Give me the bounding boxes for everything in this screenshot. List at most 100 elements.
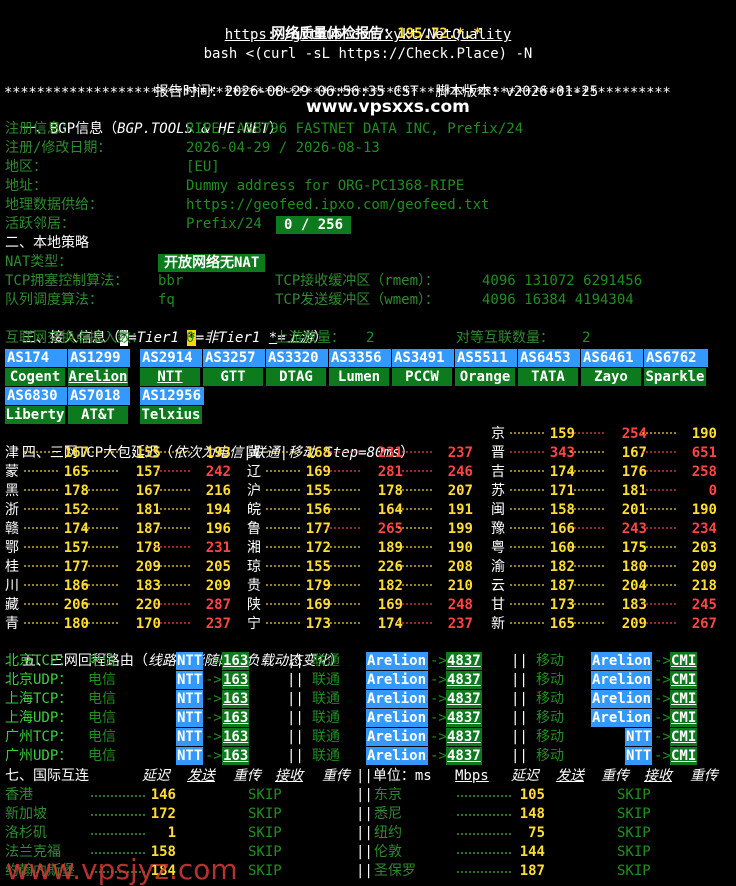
latency-dots <box>83 520 119 539</box>
province-label: 苏 <box>491 483 505 499</box>
latency-dots <box>569 425 605 444</box>
as-number: AS12956 <box>140 387 204 405</box>
as-number: AS174 <box>5 349 67 367</box>
route-sep: || <box>511 653 528 669</box>
carrier-ct-label: 电信 <box>88 653 116 669</box>
route-sep: || <box>287 748 304 764</box>
latency-value: 207 <box>447 483 473 499</box>
access-section-title: 三、接入信息（*=Tier1 *=非Tier1 *=上游） <box>5 310 328 346</box>
ix-label: 互联网交换点接入数： <box>5 330 145 346</box>
as-name: Lumen <box>329 368 389 386</box>
latency-dots <box>569 615 605 634</box>
latency-value: 190 <box>691 502 717 518</box>
route-dest-tag: 4837 <box>446 709 482 727</box>
route-arrow: -> <box>205 653 222 669</box>
latency-dots <box>83 539 119 558</box>
latency-dots <box>325 558 361 577</box>
latency-value: 209 <box>691 559 717 575</box>
route-arrow: -> <box>430 653 447 669</box>
route-hop-tag: NTT <box>176 652 204 670</box>
province-label: 赣 <box>5 521 19 537</box>
route-arrow: -> <box>430 748 447 764</box>
latency-dots <box>569 463 605 482</box>
intl-latency: 148 <box>519 806 545 822</box>
latency-dots <box>23 615 59 634</box>
intl-col-header: 发送 <box>556 768 584 784</box>
intl-status: SKIP <box>248 863 282 879</box>
route-arrow: -> <box>654 672 671 688</box>
intl-dots <box>90 824 146 843</box>
route-sep: || <box>287 691 304 707</box>
latency-dots <box>265 615 301 634</box>
route-sep: || <box>511 748 528 764</box>
latency-dots <box>23 558 59 577</box>
carrier-ct-label: 电信 <box>88 748 116 764</box>
latency-value: 0 <box>708 483 717 499</box>
latency-dots <box>83 558 119 577</box>
latency-dots <box>265 558 301 577</box>
report-title: 网络质量体检报告：195.72.*.* <box>0 6 736 42</box>
carrier-cm-label: 移动 <box>536 729 564 745</box>
intl-city: 圣保罗 <box>374 863 416 879</box>
latency-value: 191 <box>447 502 473 518</box>
latency-value: 190 <box>447 540 473 556</box>
latency-dots <box>509 520 545 539</box>
as-name: GTT <box>203 368 263 386</box>
province-label: 渝 <box>491 559 505 575</box>
bgp-value: Dummy address for ORG-PC1368-RIPE <box>186 178 465 194</box>
province-label: 川 <box>5 578 19 594</box>
route-hop-tag: Arelion <box>591 652 653 670</box>
latency-dots <box>23 501 59 520</box>
route-hop-tag: Arelion <box>591 709 653 727</box>
province-label: 藏 <box>5 597 19 613</box>
latency-dots <box>155 444 191 463</box>
as-number: AS3491 <box>392 349 454 367</box>
bgp-label: 注册信息： <box>5 121 75 137</box>
as-number: AS6453 <box>518 349 580 367</box>
latency-dots <box>265 501 301 520</box>
repo-url[interactable]: https://github.com/xykt/NetQuality <box>0 26 736 45</box>
intl-latency: 144 <box>519 844 545 860</box>
bottom-watermark: www.vpsjyz.com <box>6 853 238 886</box>
carrier-cu-label: 联通 <box>312 710 340 726</box>
intl-city: 纽约 <box>374 825 402 841</box>
as-name: Arelion <box>68 368 128 386</box>
nat-value-badge: 开放网络无NAT <box>158 254 266 272</box>
route-dest-tag: 4837 <box>446 690 482 708</box>
province-label: 豫 <box>491 521 505 537</box>
intl-col-header: 重传 <box>690 768 718 784</box>
latency-dots <box>397 520 433 539</box>
intl-dots <box>456 843 512 862</box>
latency-dots <box>641 444 677 463</box>
intl-sep: || <box>356 825 373 841</box>
latency-dots <box>569 444 605 463</box>
province-label: 鄂 <box>5 540 19 556</box>
latency-value: 234 <box>691 521 717 537</box>
route-hop-tag: Arelion <box>591 690 653 708</box>
route-label: 广州TCP： <box>5 729 73 745</box>
carrier-cm-label: 移动 <box>536 672 564 688</box>
province-label: 云 <box>491 578 505 594</box>
route-hop-tag: NTT <box>625 747 653 765</box>
carrier-cm-label: 移动 <box>536 748 564 764</box>
intl-dots <box>90 786 146 805</box>
latency-dots <box>509 596 545 615</box>
cc-label: TCP拥塞控制算法： <box>5 273 129 289</box>
route-label: 北京UDP： <box>5 672 73 688</box>
nat-label: NAT类型： <box>5 254 73 270</box>
latency-dots <box>397 463 433 482</box>
carrier-cm-label: 移动 <box>536 691 564 707</box>
latency-dots <box>509 615 545 634</box>
intl-status: SKIP <box>617 844 651 860</box>
intl-status: SKIP <box>617 806 651 822</box>
intl-col-header: 接收 <box>275 768 303 784</box>
latency-dots <box>397 444 433 463</box>
route-sep: || <box>287 653 304 669</box>
command-line: bash <(curl -sL https://Check.Place) -N <box>203 46 533 62</box>
latency-dots <box>155 520 191 539</box>
latency-section-title: 四、三网TCP大包延迟（依次为电信|联通|移动 Step=80ms） <box>5 425 414 461</box>
route-dest-tag: CMI <box>670 690 698 708</box>
route-dest-tag: CMI <box>670 728 698 746</box>
bgp-value: [EU] <box>186 159 220 175</box>
latency-dots <box>83 463 119 482</box>
